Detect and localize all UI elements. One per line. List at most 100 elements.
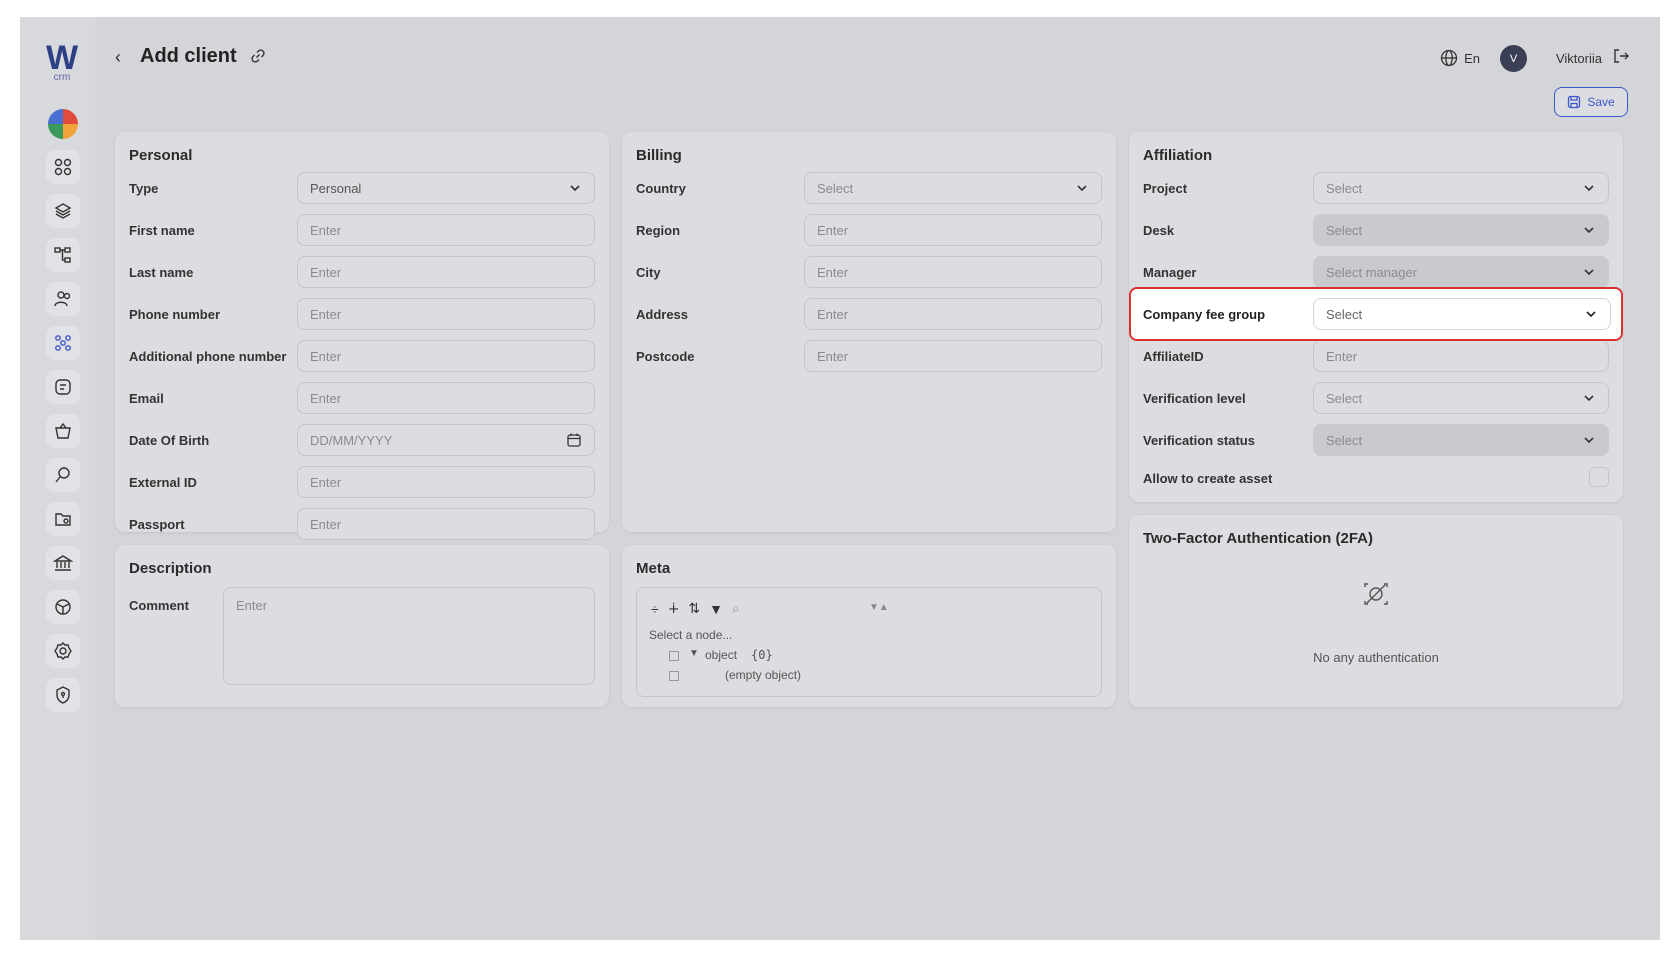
country-row: Country Select xyxy=(636,172,1102,204)
empty-object-text: (empty object) xyxy=(725,668,802,682)
expand-triangle-icon[interactable]: ▼ xyxy=(689,648,699,659)
affiliation-title: Affiliation xyxy=(1143,147,1213,164)
personal-card: Personal Type Personal First name Enter … xyxy=(115,132,609,540)
documents-icon[interactable] xyxy=(46,370,80,404)
desk-row: Desk Select xyxy=(1143,214,1609,246)
description-card: Description Comment Enter xyxy=(115,545,609,707)
country-value: Select xyxy=(817,180,854,196)
last-name-input[interactable]: Enter xyxy=(297,256,595,288)
layers-icon[interactable] xyxy=(46,194,80,228)
company-fee-group-select[interactable]: Select xyxy=(1313,298,1611,330)
manager-value: Select manager xyxy=(1326,264,1418,280)
phone-input[interactable]: Enter xyxy=(297,298,595,330)
verification-status-select[interactable]: Select xyxy=(1313,424,1609,456)
comment-textarea[interactable]: Enter xyxy=(223,587,595,685)
link-icon[interactable] xyxy=(250,48,266,69)
app-logo[interactable]: W crm xyxy=(42,41,82,83)
logout-icon[interactable] xyxy=(1612,47,1630,70)
region-row: Region Enter xyxy=(636,214,1102,246)
region-input[interactable]: Enter xyxy=(804,214,1102,246)
meta-card: Meta ÷ ∔ ⇅ ▼ ⌕ ▼▲ Select a node... ▼ obj… xyxy=(622,545,1116,707)
calendar-icon[interactable] xyxy=(566,432,582,448)
page-title: Add client xyxy=(140,45,237,67)
comment-label: Comment xyxy=(129,598,189,613)
sort-icon[interactable]: ⇅ xyxy=(688,600,700,617)
save-button[interactable]: Save xyxy=(1554,87,1628,117)
chevron-down-icon xyxy=(570,185,580,192)
sidebar: W crm xyxy=(20,17,95,940)
city-input[interactable]: Enter xyxy=(804,256,1102,288)
project-select[interactable]: Select xyxy=(1313,172,1609,204)
users-icon[interactable] xyxy=(46,282,80,316)
cube-icon[interactable] xyxy=(46,590,80,624)
country-select[interactable]: Select xyxy=(804,172,1102,204)
first-name-input[interactable]: Enter xyxy=(297,214,595,246)
node-checkbox[interactable] xyxy=(669,651,679,661)
avatar[interactable]: V xyxy=(1500,45,1527,72)
clients-network-icon[interactable] xyxy=(46,326,80,360)
search-user-icon[interactable] xyxy=(46,458,80,492)
globe-icon xyxy=(1440,49,1458,67)
external-id-input[interactable]: Enter xyxy=(297,466,595,498)
filter-icon[interactable]: ▼ xyxy=(709,601,723,617)
affiliate-id-input[interactable]: Enter xyxy=(1313,340,1609,372)
email-input[interactable]: Enter xyxy=(297,382,595,414)
tfa-empty-text: No any authentication xyxy=(1313,650,1439,665)
search-icon[interactable]: ⌕ xyxy=(732,600,740,617)
field-label: External ID xyxy=(129,475,197,490)
nav-arrows-icon[interactable]: ▼▲ xyxy=(869,602,889,613)
tfa-title: Two-Factor Authentication (2FA) xyxy=(1143,530,1373,547)
chevron-down-icon xyxy=(1584,269,1594,276)
dob-row: Date Of Birth DD/MM/YYYY xyxy=(129,424,595,456)
passport-input[interactable]: Enter xyxy=(297,508,595,540)
phone-row: Phone number Enter xyxy=(129,298,595,330)
language-switcher[interactable]: En xyxy=(1440,49,1480,67)
project-value: Select xyxy=(1326,180,1363,196)
verification-status-value: Select xyxy=(1326,432,1363,448)
personal-title: Personal xyxy=(129,147,193,164)
additional-phone-input[interactable]: Enter xyxy=(297,340,595,372)
save-icon xyxy=(1568,95,1581,109)
settings-gear-icon[interactable] xyxy=(46,634,80,668)
project-row: Project Select xyxy=(1143,172,1609,204)
page-header: ‹ Add client En V Viktoriia Save xyxy=(95,17,1660,117)
user-name[interactable]: Viktoriia xyxy=(1556,51,1602,66)
json-editor[interactable]: ÷ ∔ ⇅ ▼ ⌕ ▼▲ Select a node... ▼ object {… xyxy=(636,587,1102,697)
object-count: {0} xyxy=(751,648,773,662)
hierarchy-icon[interactable] xyxy=(46,238,80,272)
chevron-down-icon xyxy=(1584,185,1594,192)
field-label: Region xyxy=(636,223,681,238)
postcode-input[interactable]: Enter xyxy=(804,340,1102,372)
field-label: Additional phone number xyxy=(129,349,287,364)
allow-asset-checkbox[interactable] xyxy=(1589,467,1609,487)
field-label: Email xyxy=(129,391,164,406)
field-label: Company fee group xyxy=(1143,307,1266,322)
bank-icon[interactable] xyxy=(46,546,80,580)
company-fee-group-value: Select xyxy=(1326,306,1363,322)
city-row: City Enter xyxy=(636,256,1102,288)
chevron-down-icon xyxy=(1584,437,1594,444)
dob-input[interactable]: DD/MM/YYYY xyxy=(297,424,595,456)
type-select[interactable]: Personal xyxy=(297,172,595,204)
shield-icon[interactable] xyxy=(46,678,80,712)
field-label: First name xyxy=(129,223,195,238)
grid-icon[interactable] xyxy=(46,150,80,184)
billing-card: Billing Country Select Region Enter City… xyxy=(622,132,1116,532)
basket-icon[interactable] xyxy=(46,414,80,448)
manager-select[interactable]: Select manager xyxy=(1313,256,1609,288)
dashboard-pie-icon[interactable] xyxy=(48,109,78,139)
folder-icon[interactable] xyxy=(46,502,80,536)
back-chevron-icon[interactable]: ‹ xyxy=(115,47,121,68)
company-fee-group-highlight: Company fee group Select xyxy=(1129,287,1623,341)
desk-select[interactable]: Select xyxy=(1313,214,1609,246)
verification-level-select[interactable]: Select xyxy=(1313,382,1609,414)
billing-title: Billing xyxy=(636,147,682,164)
manager-row: Manager Select manager xyxy=(1143,256,1609,288)
collapse-all-icon[interactable]: ∔ xyxy=(668,600,680,617)
first-name-row: First name Enter xyxy=(129,214,595,246)
expand-all-icon[interactable]: ÷ xyxy=(651,601,659,617)
node-checkbox[interactable] xyxy=(669,671,679,681)
field-label: Manager xyxy=(1143,265,1197,280)
postcode-row: Postcode Enter xyxy=(636,340,1102,372)
address-input[interactable]: Enter xyxy=(804,298,1102,330)
